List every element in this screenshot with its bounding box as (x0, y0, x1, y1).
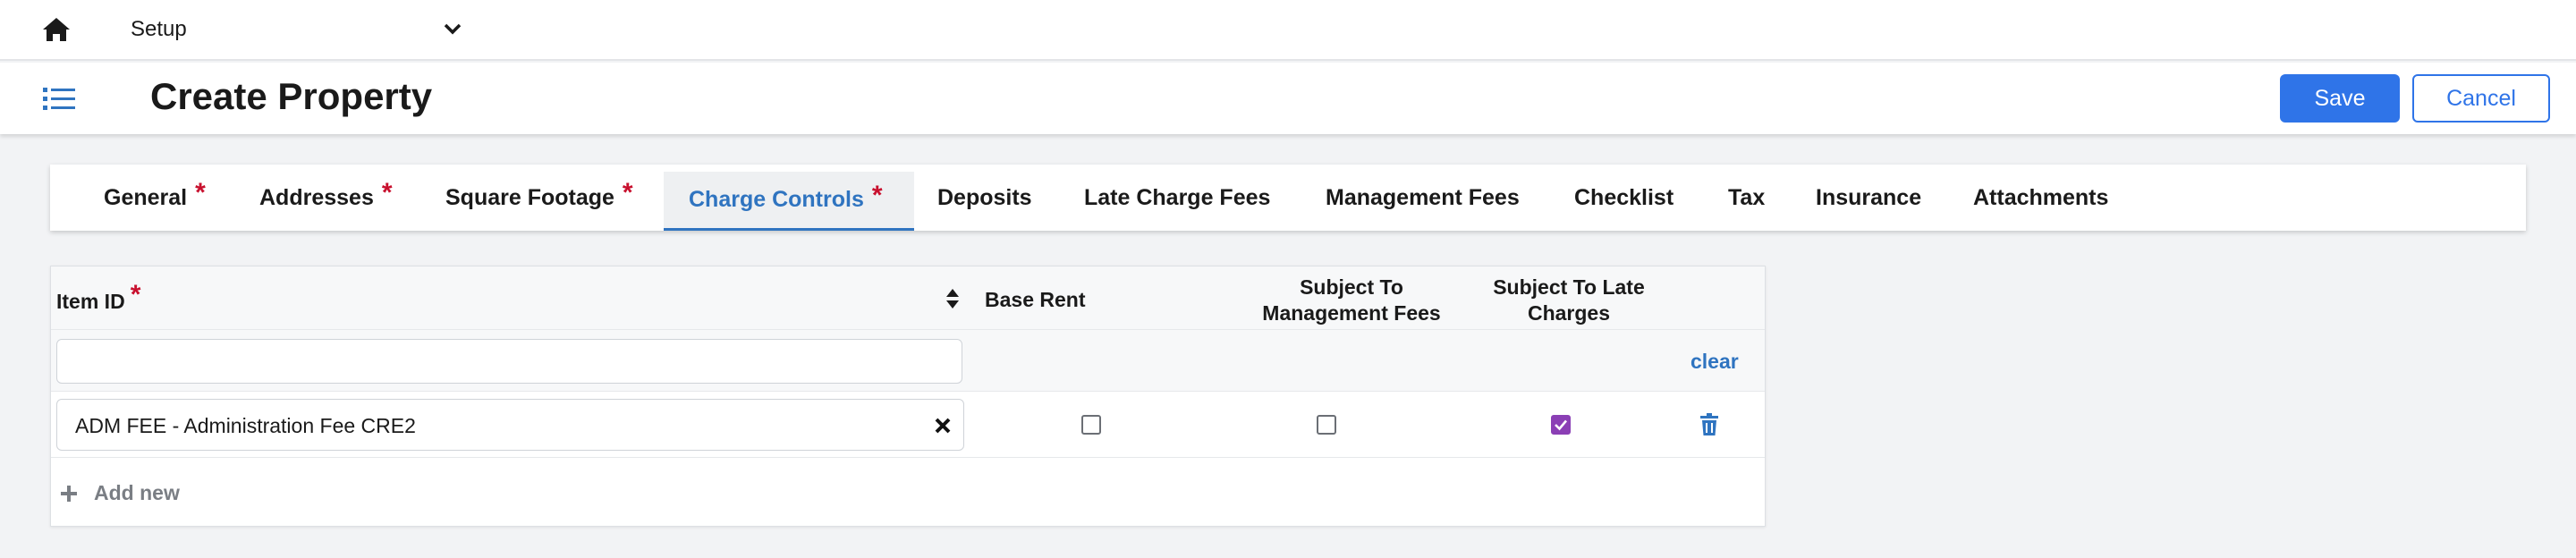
item-id-value: ADM FEE - Administration Fee CRE2 (75, 414, 416, 437)
check-icon (1555, 419, 1567, 431)
charge-controls-table: Item ID * Base Rent Subject To Management… (50, 266, 1766, 527)
page-header: Create Property Save Cancel (0, 63, 2576, 134)
sort-icon[interactable] (945, 288, 960, 309)
save-button[interactable]: Save (2280, 74, 2400, 123)
table-row: ADM FEE - Administration Fee CRE2 (51, 392, 1765, 458)
tab-label: Checklist (1574, 184, 1674, 210)
tab-tax[interactable]: Tax (1728, 165, 1765, 231)
plus-icon (61, 485, 77, 502)
column-label-line: Subject To Late (1493, 275, 1645, 299)
list-icon[interactable] (43, 86, 75, 113)
add-new-label: Add new (94, 481, 180, 504)
column-header-item-id[interactable]: Item ID * (56, 282, 140, 315)
column-label-line: Management Fees (1262, 301, 1441, 325)
table-header: Item ID * Base Rent Subject To Management… (51, 266, 1765, 329)
tab-label: Attachments (1973, 184, 2109, 210)
required-asterisk: * (195, 178, 206, 207)
column-label: Item ID (56, 290, 125, 313)
required-asterisk: * (622, 178, 633, 207)
setup-selector-label[interactable]: Setup (131, 17, 187, 42)
tab-label: Late Charge Fees (1084, 184, 1271, 210)
home-icon[interactable] (41, 16, 72, 43)
tab-label: Insurance (1816, 184, 1922, 210)
tab-general[interactable]: General * (104, 165, 206, 231)
cancel-button[interactable]: Cancel (2412, 74, 2550, 123)
chevron-down-icon[interactable] (444, 21, 462, 36)
add-new-button[interactable]: Add new (60, 481, 180, 505)
tab-management-fees[interactable]: Management Fees (1326, 165, 1520, 231)
tab-label: Management Fees (1326, 184, 1520, 210)
tab-late-charge-fees[interactable]: Late Charge Fees (1084, 165, 1270, 231)
tab-label: General (104, 184, 188, 210)
tab-bar: General * Addresses * Square Footage * C… (50, 165, 2526, 231)
column-header-base-rent: Base Rent (985, 288, 1086, 311)
setup-bar: Setup (0, 0, 2576, 61)
item-id-filter-input[interactable] (56, 339, 962, 384)
tab-label: Charge Controls (689, 187, 864, 212)
filter-row: clear (51, 329, 1765, 392)
item-id-select[interactable]: ADM FEE - Administration Fee CRE2 (56, 399, 964, 451)
tab-deposits[interactable]: Deposits (937, 165, 1032, 231)
tab-label: Addresses (259, 184, 374, 210)
tab-insurance[interactable]: Insurance (1816, 165, 1921, 231)
trash-icon[interactable] (1699, 413, 1719, 436)
late-charges-checkbox[interactable] (1551, 415, 1571, 435)
tab-checklist[interactable]: Checklist (1574, 165, 1674, 231)
base-rent-checkbox[interactable] (1081, 415, 1101, 435)
tab-addresses[interactable]: Addresses * (259, 165, 393, 231)
close-icon[interactable] (934, 417, 952, 435)
column-header-management-fees: Subject To Management Fees (1244, 275, 1459, 326)
clear-filter-link[interactable]: clear (1690, 350, 1739, 374)
tab-attachments[interactable]: Attachments (1973, 165, 2108, 231)
column-header-late-charges: Subject To Late Charges (1475, 275, 1663, 326)
tab-charge-controls[interactable]: Charge Controls * (664, 172, 914, 231)
required-asterisk: * (381, 178, 393, 207)
tab-square-footage[interactable]: Square Footage * (445, 165, 633, 231)
page-title: Create Property (150, 75, 433, 117)
required-asterisk: * (871, 180, 883, 210)
tab-label: Square Footage (445, 184, 614, 210)
column-label-line: Subject To (1300, 275, 1403, 299)
management-fees-checkbox[interactable] (1317, 415, 1336, 435)
tab-label: Tax (1728, 184, 1766, 210)
tab-label: Deposits (937, 184, 1032, 210)
required-asterisk: * (130, 280, 141, 309)
column-label-line: Charges (1527, 301, 1611, 325)
